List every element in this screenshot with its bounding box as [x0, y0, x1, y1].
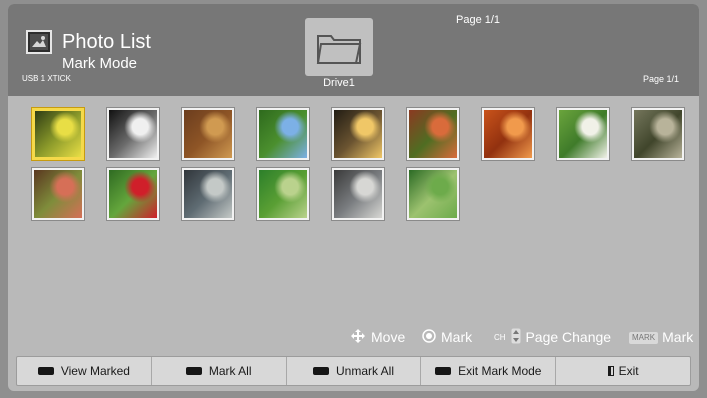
- page-change-help: CH Page Change: [494, 328, 611, 348]
- black-key-icon: [312, 367, 329, 375]
- page-title: Photo List: [62, 31, 151, 53]
- function-button-bar: View Marked Mark All Unmark All Exit Mar…: [16, 356, 691, 386]
- exit-icon: [607, 366, 614, 376]
- thumbnail-wooden-shelves[interactable]: [182, 108, 234, 160]
- unmark-all-label: Unmark All: [335, 364, 394, 378]
- exit-mark-mode-button[interactable]: Exit Mark Mode: [421, 357, 557, 385]
- thumbnail-pot[interactable]: [182, 168, 234, 220]
- ch-key-icon: [511, 328, 521, 348]
- header: Photo List Mark Mode USB 1 XTICK Drive1 …: [8, 4, 699, 96]
- photo-icon: [26, 30, 52, 54]
- thumbnail-blue-flowers[interactable]: [257, 108, 309, 160]
- view-marked-label: View Marked: [60, 364, 130, 378]
- move-arrows-icon: [350, 328, 366, 348]
- page-indicator-right: Page 1/1: [642, 74, 679, 84]
- mark-all-label: Mark All: [208, 364, 252, 378]
- mark-help: Mark: [422, 328, 472, 347]
- photo-grid: [32, 108, 692, 298]
- mark-all-button[interactable]: Mark All: [152, 357, 287, 385]
- thumbnail-red-rose[interactable]: [107, 168, 159, 220]
- thumbnail-lichen-stone[interactable]: [632, 108, 684, 160]
- exit-mark-mode-label: Exit Mark Mode: [458, 364, 542, 378]
- thumbnail-red-berries[interactable]: [32, 168, 84, 220]
- thumbnail-green-field[interactable]: [257, 168, 309, 220]
- move-label: Move: [371, 329, 406, 345]
- thumbnail-oranges[interactable]: [482, 108, 534, 160]
- thumbnail-dandelion[interactable]: [557, 108, 609, 160]
- unmark-all-button[interactable]: Unmark All: [287, 357, 422, 385]
- thumbnail-temple-hall[interactable]: [332, 168, 384, 220]
- black-key-icon: [37, 367, 54, 375]
- move-help: Move: [350, 328, 405, 348]
- view-marked-button[interactable]: View Marked: [17, 357, 152, 385]
- mode-title: Mark Mode: [62, 55, 138, 72]
- black-key-icon: [185, 367, 202, 375]
- mark-key-label: Mark: [662, 329, 694, 345]
- mark-key-help: MARK Mark: [629, 328, 693, 346]
- thumbnail-green-forest[interactable]: [407, 168, 459, 220]
- exit-label: Exit: [618, 364, 639, 378]
- mark-label: Mark: [441, 329, 473, 345]
- thumbnail-yellow-butterfly[interactable]: [32, 108, 84, 160]
- page-change-label: Page Change: [525, 329, 612, 345]
- black-key-icon: [435, 367, 452, 375]
- thumbnail-sunset[interactable]: [332, 108, 384, 160]
- photo-list-window: Photo List Mark Mode USB 1 XTICK Drive1 …: [8, 4, 699, 391]
- mark-dot-icon: [422, 329, 436, 347]
- ch-key-icon: CH: [494, 333, 506, 343]
- folder-icon[interactable]: [305, 18, 373, 76]
- exit-button[interactable]: Exit: [556, 357, 690, 385]
- folder-label: Drive1: [323, 77, 355, 89]
- thumbnail-fruits-leaves[interactable]: [407, 108, 459, 160]
- device-label: USB 1 XTICK: [22, 74, 71, 83]
- help-bar: Move Mark CH Page Change MARK Mark: [8, 322, 699, 352]
- mark-key-icon: MARK: [629, 332, 659, 345]
- page-indicator-top: Page 1/1: [456, 14, 501, 26]
- thumbnail-black-white-cat[interactable]: [107, 108, 159, 160]
